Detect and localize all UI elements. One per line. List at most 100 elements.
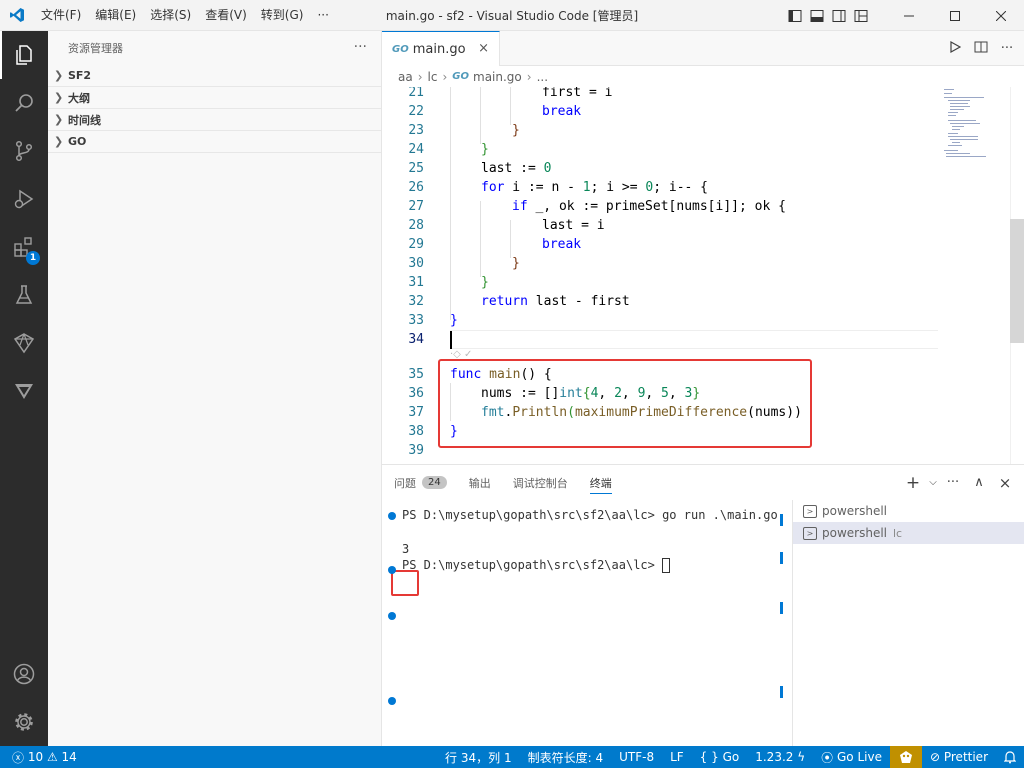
go-version[interactable]: 1.23.2 ϟ — [747, 750, 813, 764]
source-control-icon[interactable] — [0, 127, 48, 175]
gitlens-icon[interactable] — [0, 367, 48, 415]
search-icon[interactable] — [0, 79, 48, 127]
customize-layout-icon[interactable] — [850, 0, 872, 31]
vscode-logo-icon — [0, 0, 34, 31]
terminal-prompt-line: PS D:\mysetup\gopath\src\sf2\aa\lc> — [402, 558, 671, 573]
section-workspace[interactable]: ❯ SF2 — [48, 65, 381, 87]
menu-more[interactable]: ··· — [310, 0, 335, 31]
notifications-bell-icon[interactable] — [996, 750, 1024, 764]
explorer-icon[interactable] — [0, 31, 48, 79]
go-live-button[interactable]: ⦿ Go Live — [813, 749, 890, 766]
code-line: 32 return last - first — [408, 294, 630, 309]
terminal-list-item[interactable]: > powershell — [793, 500, 1024, 522]
run-debug-icon[interactable] — [0, 175, 48, 223]
remote-explorer-icon[interactable] — [0, 319, 48, 367]
section-label: GO — [68, 135, 87, 148]
settings-gear-icon[interactable] — [0, 698, 48, 746]
breadcrumb-folder-aa[interactable]: aa — [398, 70, 413, 84]
problems-status[interactable]: ⓧ 10 ⚠ 14 — [12, 749, 85, 766]
terminal-icon: > — [803, 504, 817, 518]
editor-scroll-thumb[interactable] — [1010, 219, 1024, 343]
minimap[interactable] — [942, 87, 1012, 167]
section-go[interactable]: ❯ GO — [48, 131, 381, 153]
terminal-list-item-selected[interactable]: > powershell lc — [793, 522, 1024, 544]
menu-file[interactable]: 文件(F) — [34, 0, 88, 31]
explorer-more-actions-icon[interactable]: ··· — [354, 39, 367, 55]
gopher-icon[interactable] — [889, 746, 922, 768]
maximize-panel-icon[interactable]: ∧ — [966, 475, 992, 490]
code-line: 24} — [408, 142, 489, 157]
new-terminal-icon[interactable]: + — [900, 473, 926, 493]
code-line: 30} — [408, 256, 520, 271]
breadcrumb-file[interactable]: main.go — [473, 70, 522, 84]
close-icon[interactable]: × — [478, 41, 489, 56]
breadcrumb-folder-lc[interactable]: lc — [428, 70, 438, 84]
menu-edit[interactable]: 编辑(E) — [88, 0, 143, 31]
overview-ruler-mark — [780, 514, 783, 526]
split-editor-icon[interactable] — [968, 41, 994, 57]
section-label: SF2 — [68, 69, 92, 82]
minimize-button[interactable] — [886, 0, 932, 31]
panel-actions: + ⌵ ··· ∧ × — [900, 465, 1018, 500]
highlight-box-output — [391, 570, 419, 596]
tab-problems[interactable]: 问题 24 — [394, 465, 447, 500]
terminal-prompt: PS D:\mysetup\gopath\src\sf2\aa\lc> — [402, 558, 663, 572]
code-line-current: 34 — [408, 332, 424, 347]
testing-flask-icon[interactable] — [0, 271, 48, 319]
section-timeline[interactable]: ❯ 时间线 — [48, 109, 381, 131]
prettier-status[interactable]: ⊘ Prettier — [922, 750, 996, 764]
terminal[interactable]: PS D:\mysetup\gopath\src\sf2\aa\lc> go r… — [382, 500, 792, 747]
explorer-sidebar: 资源管理器 ··· ❯ SF2 ❯ 大纲 ❯ 时间线 ❯ GO — [48, 31, 382, 746]
go-file-icon: GO — [452, 71, 469, 82]
menu-go[interactable]: 转到(G) — [254, 0, 311, 31]
tab-label: 终端 — [589, 476, 612, 490]
menu-selection[interactable]: 选择(S) — [143, 0, 198, 31]
command-decoration-icon[interactable] — [388, 697, 396, 705]
toggle-primary-sidebar-icon[interactable] — [784, 0, 806, 31]
language-mode[interactable]: { } Go — [692, 750, 748, 764]
error-count: 10 — [27, 750, 44, 764]
tab-label: main.go — [412, 41, 466, 57]
more-actions-icon[interactable]: ··· — [994, 41, 1020, 56]
command-decoration-icon[interactable] — [388, 566, 396, 574]
explorer-header: 资源管理器 ··· — [48, 31, 381, 65]
language-label: Go — [722, 750, 740, 764]
close-panel-icon[interactable]: × — [992, 474, 1018, 492]
tab-size[interactable]: 制表符长度: 4 — [520, 749, 612, 766]
encoding[interactable]: UTF-8 — [611, 750, 662, 764]
section-outline[interactable]: ❯ 大纲 — [48, 87, 381, 109]
terminal-dropdown-icon[interactable]: ⌵ — [926, 477, 940, 488]
terminal-cwd: lc — [893, 526, 903, 540]
tab-debug-console[interactable]: 调试控制台 — [513, 465, 568, 500]
title-bar: 文件(F) 编辑(E) 选择(S) 查看(V) 转到(G) ··· main.g… — [0, 0, 1024, 31]
end-of-line[interactable]: LF — [662, 750, 692, 764]
activity-bar: 1 — [0, 31, 48, 746]
code-line: 29 break — [408, 237, 582, 252]
command-decoration-icon[interactable] — [388, 612, 396, 620]
tab-output[interactable]: 输出 — [469, 465, 491, 500]
accounts-icon[interactable] — [0, 650, 48, 698]
extensions-badge: 1 — [26, 251, 40, 265]
overview-ruler-mark — [780, 686, 783, 698]
run-icon[interactable] — [942, 40, 968, 57]
close-window-button[interactable] — [978, 0, 1024, 31]
code-line: 25 last := 0 — [408, 161, 552, 176]
cursor-position[interactable]: 行 34，列 1 — [437, 749, 520, 766]
code-line: 27 if _, ok := primeSet[nums[i]]; ok { — [408, 199, 786, 214]
tab-label: 调试控制台 — [512, 476, 568, 490]
menu-view[interactable]: 查看(V) — [198, 0, 254, 31]
toggle-secondary-sidebar-icon[interactable] — [828, 0, 850, 31]
code-editor[interactable]: 21 first = i 22 break 23} 24} 25 last := 0 … — [382, 87, 1024, 464]
command-decoration-icon[interactable] — [388, 512, 396, 520]
extensions-icon[interactable]: 1 — [0, 223, 48, 271]
overview-ruler-mark — [780, 602, 783, 614]
code-line: 33} — [408, 313, 458, 328]
tab-main-go[interactable]: GO main.go × — [382, 31, 500, 66]
panel-more-icon[interactable]: ··· — [940, 475, 966, 490]
tab-terminal[interactable]: 终端 — [589, 465, 612, 500]
maximize-button[interactable] — [932, 0, 978, 31]
braces-icon: { } — [699, 750, 719, 764]
breadcrumb-symbol[interactable]: ... — [537, 70, 548, 84]
breadcrumb-separator-icon: › — [417, 69, 423, 84]
toggle-panel-icon[interactable] — [806, 0, 828, 31]
